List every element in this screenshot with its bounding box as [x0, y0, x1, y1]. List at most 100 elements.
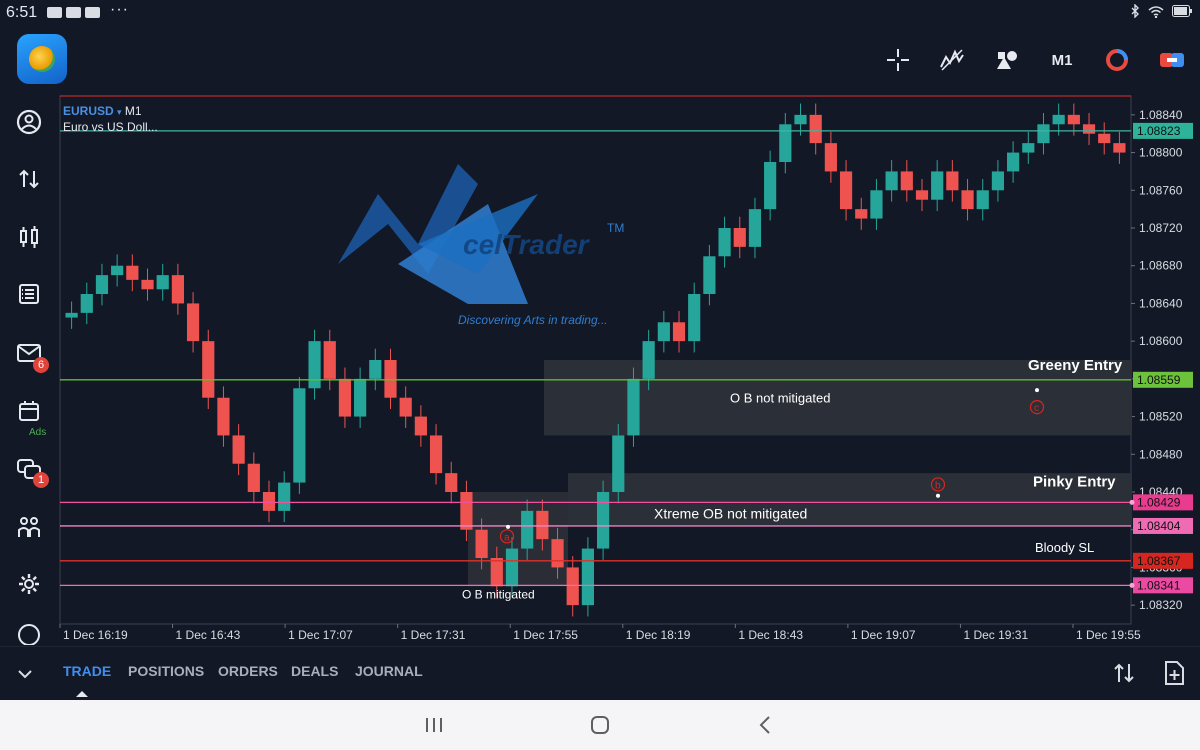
recent-apps-icon: [426, 718, 442, 732]
chart-canvas[interactable]: 1.08840 1.08800 1.08760 1.08720 1.08680 1.086…: [58, 94, 1200, 646]
candle-body: [445, 473, 458, 492]
candle-body: [1113, 143, 1126, 153]
price-tick-label: 1.08640: [1139, 296, 1183, 310]
home-icon: [591, 716, 609, 734]
home-button[interactable]: [587, 712, 613, 738]
indicators-icon: [940, 49, 964, 71]
chart-toolbar: M1: [0, 26, 1200, 94]
symbol-dropdown-icon[interactable]: ▾: [117, 107, 122, 117]
watermark-tagline: Discovering Arts in trading...: [458, 313, 608, 327]
sidebar-item-traders-community[interactable]: [9, 507, 49, 547]
candle-body: [718, 228, 731, 257]
candle-body: [551, 539, 564, 568]
trade-signal-button[interactable]: [1099, 42, 1135, 78]
journal-icon: [19, 284, 39, 304]
candle-body: [703, 256, 716, 294]
sort-icon[interactable]: [1112, 661, 1136, 685]
sidebar-item-history[interactable]: [9, 274, 49, 314]
candle-body: [80, 294, 93, 313]
candle-body: [915, 190, 929, 200]
wifi-icon: [1148, 5, 1164, 18]
tab-orders[interactable]: ORDERS: [218, 663, 278, 679]
calendar-icon: [19, 401, 39, 421]
candle-body: [171, 275, 184, 304]
candle-body: [581, 548, 594, 606]
arrows-up-down-icon: [19, 169, 39, 189]
system-navigation-bar: [0, 700, 1200, 750]
back-chevron-icon: [759, 716, 770, 734]
youtube-notification-icon: [47, 7, 62, 18]
candle-body: [65, 312, 78, 318]
one-click-trading-button[interactable]: [1154, 42, 1190, 78]
candle-body: [855, 209, 868, 219]
timeframe-button[interactable]: M1: [1044, 42, 1080, 78]
marker-dot: [1035, 388, 1039, 393]
marker-label-c: c: [1034, 403, 1039, 414]
crosshair-button[interactable]: [880, 42, 916, 78]
shapes-icon: [997, 51, 1017, 69]
collapse-chevron-down-icon[interactable]: [16, 665, 34, 683]
watermark-text: celTrader: [463, 229, 591, 260]
candle-body: [627, 378, 640, 436]
metatrader-app-icon[interactable]: [17, 34, 67, 84]
candle-body: [460, 492, 473, 530]
sidebar-item-quotes[interactable]: [9, 102, 49, 142]
trading-toggle-icon: [1160, 53, 1184, 67]
globe-icon: [29, 46, 55, 72]
clock: 6:51: [6, 4, 38, 21]
candle-body: [839, 171, 853, 210]
sidebar: 6 Ads 1: [0, 94, 58, 646]
candle-body: [794, 114, 807, 125]
symbol-name[interactable]: EURUSD: [63, 104, 114, 118]
new-order-icon[interactable]: [1163, 660, 1185, 686]
price-tick-label: 1.08760: [1139, 183, 1183, 197]
chart-timeframe: M1: [124, 104, 142, 118]
candle-body: [111, 265, 124, 276]
time-tick-label: 1 Dec 17:07: [288, 628, 353, 642]
price-tick-label: 1.08480: [1139, 447, 1183, 461]
indicators-button[interactable]: [934, 42, 970, 78]
tab-positions[interactable]: POSITIONS: [128, 663, 204, 679]
sidebar-item-chart[interactable]: [9, 217, 49, 257]
tab-journal[interactable]: JOURNAL: [355, 663, 423, 679]
candle-body: [521, 510, 534, 549]
candle-body: [764, 162, 777, 210]
sidebar-item-trade[interactable]: [9, 159, 49, 199]
candle-body: [278, 482, 291, 511]
watermark-tm: TM: [607, 221, 624, 235]
candle-body: [1007, 152, 1020, 172]
candle-body: [536, 510, 549, 540]
candle-body: [1098, 133, 1111, 144]
youtube-notification-icon-3: [85, 7, 100, 18]
price-chart[interactable]: 1.08840 1.08800 1.08760 1.08720 1.08680 1.086…: [58, 94, 1200, 646]
recent-apps-button[interactable]: [421, 712, 447, 738]
candlestick-icon: [20, 226, 38, 248]
ads-label: Ads: [29, 427, 47, 438]
marker-dot: [936, 493, 940, 498]
objects-button[interactable]: [989, 42, 1025, 78]
gear-icon: [19, 574, 39, 594]
xtreme-ob-label: Xtreme OB not mitigated: [654, 506, 807, 522]
ob-not-mitigated-label: O B not mitigated: [730, 391, 830, 406]
candle-body: [384, 360, 397, 398]
candle-body: [338, 378, 352, 417]
more-notifications-icon: ···: [110, 1, 129, 18]
back-button[interactable]: [752, 712, 778, 738]
tab-deals[interactable]: DEALS: [291, 663, 338, 679]
candle-body: [369, 360, 382, 379]
candle-body: [672, 322, 686, 342]
price-tick-label: 1.08840: [1139, 108, 1183, 122]
candle-body: [809, 114, 822, 144]
candle-body: [429, 435, 443, 474]
help-icon: [18, 623, 40, 645]
candle-body: [354, 378, 367, 417]
sidebar-item-help[interactable]: [9, 619, 49, 646]
candle-body: [1067, 114, 1080, 125]
youtube-notification-icon-2: [66, 7, 81, 18]
tab-trade[interactable]: TRADE: [63, 663, 111, 679]
bluetooth-icon: [1131, 4, 1139, 18]
candle-body: [612, 435, 625, 492]
sidebar-item-settings[interactable]: [9, 564, 49, 604]
sidebar-item-calendar[interactable]: [9, 391, 49, 431]
ob-mitigated-label: O B mitigated: [462, 588, 535, 602]
